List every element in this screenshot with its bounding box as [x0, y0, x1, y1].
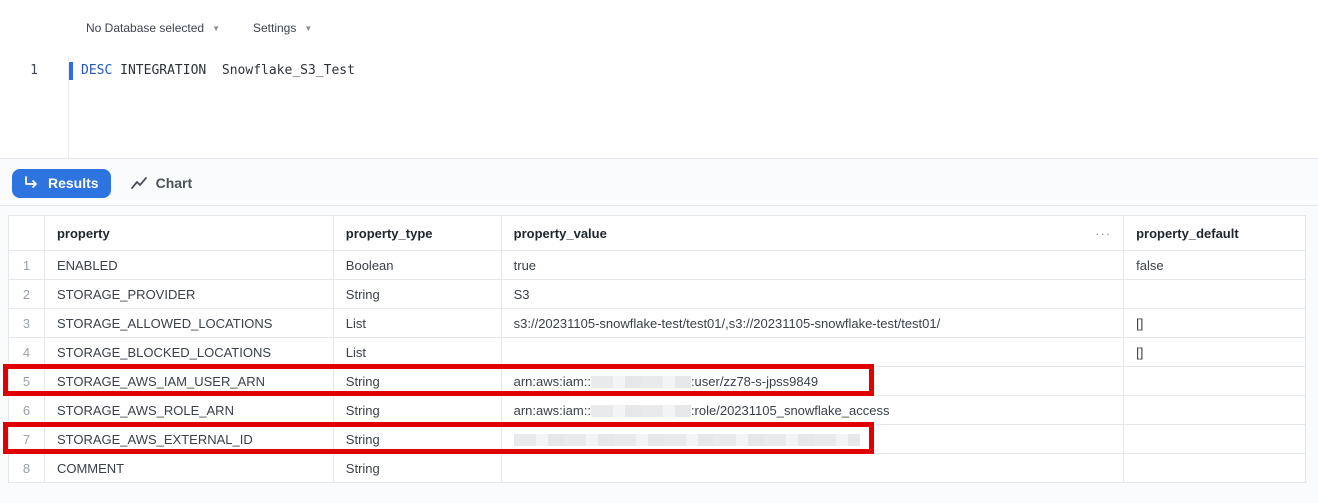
more-options-icon[interactable]: ··· — [1095, 226, 1111, 241]
cell-property-type[interactable]: Boolean — [332, 250, 502, 280]
column-header-property-default[interactable]: property_default — [1123, 215, 1306, 251]
column-header-property-value[interactable]: property_value ··· — [500, 215, 1125, 251]
results-panel: Results Chart property property_type pro… — [0, 158, 1318, 503]
active-line-marker — [69, 62, 73, 80]
row-number: 8 — [8, 453, 45, 483]
line-number: 1 — [30, 63, 38, 78]
chevron-down-icon: ▼ — [212, 23, 220, 33]
cell-property[interactable]: STORAGE_AWS_ROLE_ARN — [43, 395, 334, 425]
cell-property-type[interactable]: List — [332, 308, 502, 338]
cell-property-default[interactable] — [1123, 279, 1306, 309]
row-number: 4 — [8, 337, 45, 367]
cell-property[interactable]: STORAGE_BLOCKED_LOCATIONS — [43, 337, 334, 367]
cell-property-value[interactable]: arn:aws:iam:::user/zz78-s-jpss9849 — [500, 366, 1125, 396]
cell-property-value[interactable] — [500, 337, 1125, 367]
table-row[interactable]: 7 STORAGE_AWS_EXTERNAL_ID String — [8, 424, 1306, 454]
table-header-row: property property_type property_value ···… — [8, 215, 1306, 251]
row-number-header — [8, 215, 45, 251]
column-header-property-value-label: property_value — [513, 225, 607, 241]
cell-property-type[interactable]: String — [332, 395, 502, 425]
cell-property-value[interactable] — [500, 453, 1125, 483]
trend-line-icon — [130, 177, 147, 189]
database-selector-label: No Database selected — [86, 21, 205, 35]
row-number: 6 — [8, 395, 45, 425]
column-header-property[interactable]: property — [43, 215, 334, 251]
sql-statement: INTEGRATION Snowflake_S3_Test — [112, 63, 355, 78]
cell-property-value[interactable] — [500, 424, 1125, 454]
cell-property-default[interactable] — [1123, 424, 1306, 454]
row-number: 7 — [8, 424, 45, 454]
cell-property-default[interactable]: false — [1123, 250, 1306, 280]
redacted-external-id — [513, 434, 860, 447]
column-header-property-type[interactable]: property_type — [332, 215, 502, 251]
tab-results-label: Results — [48, 175, 99, 191]
row-number: 3 — [8, 308, 45, 338]
cell-property-value[interactable]: arn:aws:iam:::role/20231105_snowflake_ac… — [500, 395, 1125, 425]
cell-property[interactable]: STORAGE_ALLOWED_LOCATIONS — [43, 308, 334, 338]
redacted-account-id — [590, 376, 691, 389]
cell-property-default[interactable]: [] — [1123, 337, 1306, 367]
row-number: 2 — [8, 279, 45, 309]
arn-suffix: :user/zz78-s-jpss9849 — [690, 373, 819, 389]
table-row[interactable]: 8 COMMENT String — [8, 453, 1306, 483]
cell-property[interactable]: STORAGE_AWS_EXTERNAL_ID — [43, 424, 334, 454]
sql-keyword: DESC — [81, 63, 113, 78]
cell-property[interactable]: STORAGE_AWS_IAM_USER_ARN — [43, 366, 334, 396]
tab-chart-label: Chart — [155, 175, 193, 191]
settings-label: Settings — [253, 21, 297, 35]
cell-property-value[interactable]: S3 — [500, 279, 1125, 309]
cell-property[interactable]: STORAGE_PROVIDER — [43, 279, 334, 309]
cell-property-type[interactable]: String — [332, 453, 502, 483]
cell-property-value[interactable]: true — [500, 250, 1125, 280]
cell-property-type[interactable]: String — [332, 279, 502, 309]
table-row[interactable]: 2 STORAGE_PROVIDER String S3 — [8, 279, 1306, 309]
cell-property-type[interactable]: String — [332, 366, 502, 396]
table-row[interactable]: 6 STORAGE_AWS_ROLE_ARN String arn:aws:ia… — [8, 395, 1306, 425]
table-row[interactable]: 5 STORAGE_AWS_IAM_USER_ARN String arn:aw… — [8, 366, 1306, 396]
cell-property-default[interactable] — [1123, 395, 1306, 425]
table-row[interactable]: 4 STORAGE_BLOCKED_LOCATIONS List [] — [8, 337, 1306, 367]
redacted-account-id — [590, 405, 691, 418]
settings-menu[interactable]: Settings ▼ — [253, 21, 312, 35]
table-row[interactable]: 1 ENABLED Boolean true false — [8, 250, 1306, 280]
results-table: property property_type property_value ···… — [8, 215, 1306, 483]
panel-divider — [0, 205, 1318, 206]
cell-property-type[interactable]: String — [332, 424, 502, 454]
cell-property[interactable]: COMMENT — [43, 453, 334, 483]
database-selector[interactable]: No Database selected ▼ — [86, 21, 220, 35]
worksheet-toolbar: No Database selected ▼ Settings ▼ — [0, 0, 1318, 56]
chevron-down-icon: ▼ — [304, 23, 313, 33]
arn-prefix: arn:aws:iam:: — [513, 373, 591, 389]
sql-editor[interactable]: 1 DESC INTEGRATION Snowflake_S3_Test — [0, 56, 1318, 158]
cell-property-default[interactable] — [1123, 366, 1306, 396]
results-tabs: Results Chart — [12, 168, 192, 198]
cell-property-default[interactable]: [] — [1123, 308, 1306, 338]
arn-suffix: :role/20231105_snowflake_access — [690, 402, 890, 418]
cell-property-type[interactable]: List — [332, 337, 502, 367]
tab-results[interactable]: Results — [12, 168, 111, 198]
arn-prefix: arn:aws:iam:: — [513, 402, 591, 418]
row-number: 5 — [8, 366, 45, 396]
return-arrow-icon — [23, 176, 39, 190]
cell-property-default[interactable] — [1123, 453, 1306, 483]
table-row[interactable]: 3 STORAGE_ALLOWED_LOCATIONS List s3://20… — [8, 308, 1306, 338]
code-line[interactable]: DESC INTEGRATION Snowflake_S3_Test — [81, 63, 355, 78]
tab-chart[interactable]: Chart — [130, 175, 193, 191]
cell-property[interactable]: ENABLED — [43, 250, 334, 280]
cell-property-value[interactable]: s3://20231105-snowflake-test/test01/,s3:… — [500, 308, 1125, 338]
row-number: 1 — [8, 250, 45, 280]
